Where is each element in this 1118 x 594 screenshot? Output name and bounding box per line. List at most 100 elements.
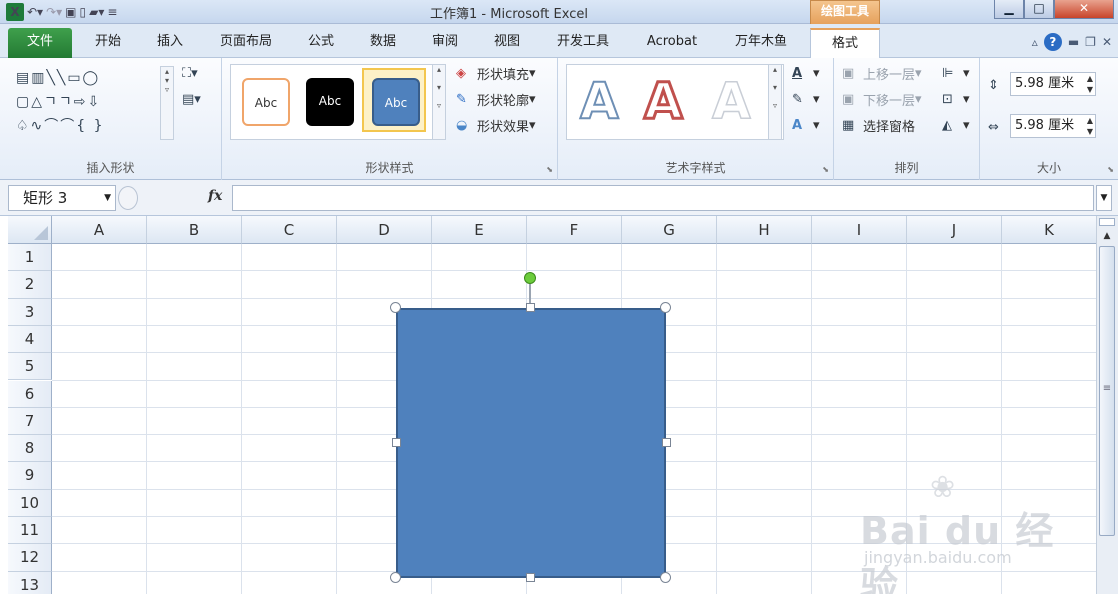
tab-data[interactable]: 数据 (358, 28, 408, 58)
column-header[interactable]: I (812, 216, 907, 244)
row-header[interactable]: 4 (8, 325, 52, 354)
formula-input[interactable] (232, 185, 1094, 211)
tab-acrobat[interactable]: Acrobat (634, 28, 710, 58)
row-header[interactable]: 12 (8, 544, 52, 572)
row-header[interactable]: 7 (8, 407, 52, 436)
edit-shape-button[interactable]: ⛶▾ (182, 62, 203, 84)
row-header[interactable]: 10 (8, 489, 52, 517)
text-effects-button[interactable]: A ▾ (792, 114, 820, 136)
minimize-button[interactable]: ▁ (994, 0, 1024, 19)
doc-restore-icon[interactable]: ❐ (1085, 35, 1096, 49)
column-header[interactable]: A (52, 216, 147, 244)
wordart-gallery-scroll[interactable]: ▴ ▾ ▿ (768, 64, 782, 140)
row-header[interactable]: 3 (8, 298, 52, 326)
tab-format[interactable]: 格式 (810, 28, 880, 58)
wordart-styles-launcher-icon[interactable]: ⬊ (822, 165, 829, 174)
shape-styles-launcher-icon[interactable]: ⬊ (546, 165, 553, 174)
tab-view[interactable]: 视图 (482, 28, 532, 58)
resize-handle-bottom-right[interactable] (660, 572, 671, 583)
help-icon[interactable]: ? (1043, 33, 1062, 51)
send-backward-button[interactable]: ▣ 下移一层 ▾ (842, 88, 922, 110)
tab-insert[interactable]: 插入 (146, 28, 194, 58)
wordart-sample-outline-blue[interactable]: A (579, 71, 620, 131)
maximize-button[interactable]: □ (1024, 0, 1054, 19)
rotation-handle[interactable] (524, 272, 536, 284)
row-header[interactable]: 1 (8, 244, 52, 272)
name-box-dropdown-icon[interactable]: ▼ (104, 186, 111, 210)
row-header[interactable]: 13 (8, 571, 52, 594)
wordart-sample-outline-light[interactable]: A (711, 71, 751, 131)
resize-handle-top-left[interactable] (390, 302, 401, 313)
selection-pane-label: 选择窗格 (863, 119, 916, 135)
column-header[interactable]: K (1002, 216, 1096, 244)
column-gridline (906, 244, 907, 594)
column-header[interactable]: C (242, 216, 337, 244)
resize-handle-left[interactable] (392, 438, 401, 447)
tab-page-layout[interactable]: 页面布局 (208, 28, 284, 58)
vertical-scrollbar[interactable]: ▲ ≡ (1096, 216, 1118, 594)
group-objects-button[interactable]: ⊡ ▾ (942, 88, 970, 110)
row-header[interactable]: 2 (8, 271, 52, 299)
shapes-gallery-scroll[interactable]: ▴ ▾ ▿ (160, 66, 174, 140)
tab-wannianmuyu[interactable]: 万年木鱼 (722, 28, 800, 58)
column-header[interactable]: D (337, 216, 432, 244)
expand-formula-bar-icon[interactable]: ▼ (1096, 185, 1112, 211)
doc-close-icon[interactable]: ✕ (1102, 35, 1112, 49)
bring-forward-button[interactable]: ▣ 上移一层 ▾ (842, 62, 922, 84)
doc-minimize-icon[interactable]: ▬ (1068, 35, 1079, 49)
row-header[interactable]: 8 (8, 435, 52, 463)
row-gridline (52, 270, 1096, 272)
style-orange-outline[interactable]: Abc (242, 78, 290, 126)
size-launcher-icon[interactable]: ⬊ (1107, 165, 1114, 174)
shape-width-input[interactable]: 5.98 厘米 ▲ ▼ (1010, 114, 1096, 138)
wordart-sample-outline-red[interactable]: A (643, 71, 685, 132)
tab-home[interactable]: 开始 (84, 28, 132, 58)
selection-pane-button[interactable]: ▦ 选择窗格 (842, 114, 915, 136)
rectangle-shape[interactable] (396, 308, 666, 578)
shape-effects-button[interactable]: ◒ 形状效果 ▾ (456, 114, 536, 136)
text-box-button[interactable]: ▤▾ (182, 88, 203, 110)
resize-handle-top[interactable] (526, 303, 535, 312)
column-header[interactable]: J (907, 216, 1002, 244)
shape-outline-button[interactable]: ✎ 形状轮廓 ▾ (456, 88, 536, 110)
column-header[interactable]: H (717, 216, 812, 244)
width-spinner-icon[interactable]: ▲ ▼ (1087, 115, 1093, 137)
close-window-button[interactable]: ✕ (1054, 0, 1114, 19)
name-box[interactable]: 矩形 3 ▼ (8, 185, 116, 211)
row-header[interactable]: 11 (8, 517, 52, 545)
text-fill-button[interactable]: A ▾ (792, 62, 820, 84)
scroll-up-arrow-icon[interactable]: ▲ (1099, 228, 1115, 244)
split-box[interactable] (1099, 218, 1115, 226)
height-spinner-icon[interactable]: ▲ ▼ (1087, 73, 1093, 95)
align-button[interactable]: ⊫ ▾ (942, 62, 970, 84)
resize-handle-right[interactable] (662, 438, 671, 447)
insert-function-icon[interactable]: fx (208, 188, 222, 204)
tab-developer[interactable]: 开发工具 (544, 28, 622, 58)
scroll-thumb[interactable]: ≡ (1099, 246, 1115, 536)
style-black-fill[interactable]: Abc (306, 78, 354, 126)
style-blue-fill[interactable]: Abc (372, 78, 420, 126)
rotate-button[interactable]: ◭ ▾ (942, 114, 970, 136)
column-header[interactable]: G (622, 216, 717, 244)
shapes-gallery[interactable]: ▤▥╲╲▭◯ ▢△ㄱㄱ⇨⇩ ♤∿⌒⌒{ } (16, 66, 176, 138)
column-header[interactable]: E (432, 216, 527, 244)
row-header[interactable]: 9 (8, 462, 52, 490)
resize-handle-bottom[interactable] (526, 573, 535, 582)
row-header[interactable]: 6 (8, 380, 52, 408)
column-header[interactable]: B (147, 216, 242, 244)
tab-formulas[interactable]: 公式 (296, 28, 346, 58)
shape-width-icon: ⇔ (988, 119, 999, 135)
ribbon-collapse-icon[interactable]: ▵ (1032, 35, 1038, 49)
text-outline-button[interactable]: ✎ ▾ (792, 88, 820, 110)
formula-bar-splitter[interactable] (118, 186, 138, 210)
column-header[interactable]: F (527, 216, 622, 244)
tab-review[interactable]: 审阅 (420, 28, 470, 58)
style-gallery-scroll[interactable]: ▴ ▾ ▿ (432, 64, 446, 140)
tab-file[interactable]: 文件 (8, 28, 72, 58)
resize-handle-top-right[interactable] (660, 302, 671, 313)
shape-height-input[interactable]: 5.98 厘米 ▲ ▼ (1010, 72, 1096, 96)
select-all-button[interactable] (8, 216, 52, 244)
shape-fill-button[interactable]: ◈ 形状填充 ▾ (456, 62, 536, 84)
row-header[interactable]: 5 (8, 353, 52, 381)
resize-handle-bottom-left[interactable] (390, 572, 401, 583)
